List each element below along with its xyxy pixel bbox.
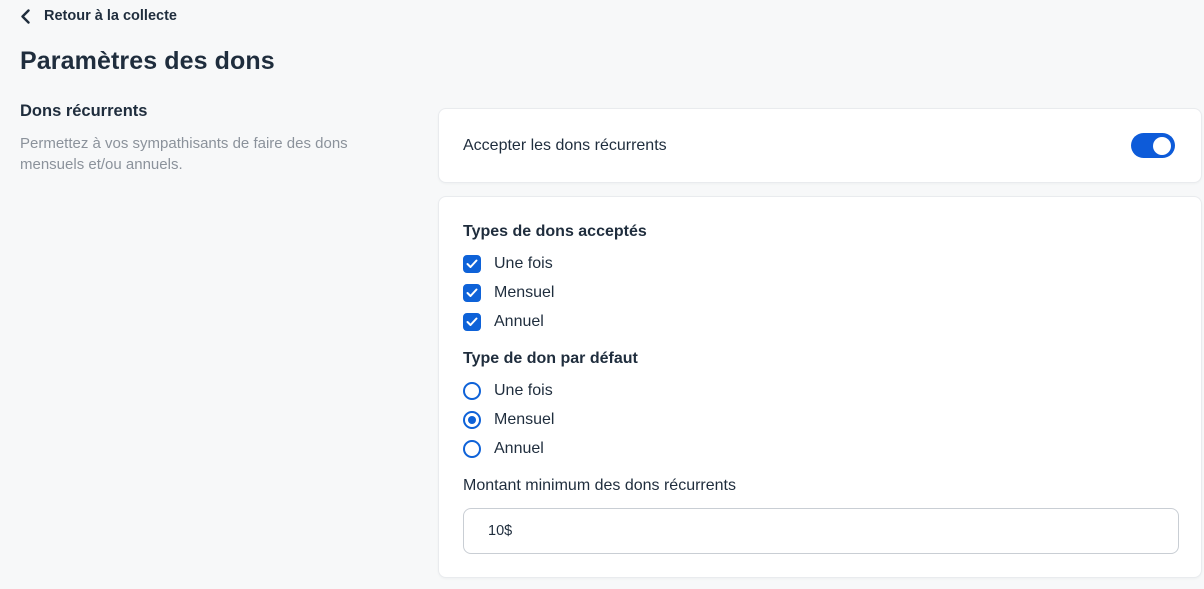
recurring-toggle-label: Accepter les dons récurrents bbox=[463, 137, 667, 155]
radio-label: Annuel bbox=[494, 440, 544, 458]
types-heading: Types de dons acceptés bbox=[463, 222, 1177, 241]
radio-icon bbox=[463, 382, 481, 400]
page-title: Paramètres des dons bbox=[20, 47, 275, 76]
default-type-heading: Type de don par défaut bbox=[463, 349, 1177, 368]
donation-settings-card: Types de dons acceptés Une fois Mensuel bbox=[438, 196, 1202, 578]
radio-label: Mensuel bbox=[494, 411, 554, 429]
radio-row-mensuel[interactable]: Mensuel bbox=[463, 405, 554, 434]
check-icon bbox=[466, 317, 478, 327]
checkbox-row-annuel[interactable]: Annuel bbox=[463, 307, 544, 336]
chevron-left-icon bbox=[21, 9, 30, 24]
radio-row-annuel[interactable]: Annuel bbox=[463, 434, 544, 463]
check-icon bbox=[466, 288, 478, 298]
checkbox-row-mensuel[interactable]: Mensuel bbox=[463, 278, 554, 307]
section-intro: Dons récurrents Permettez à vos sympathi… bbox=[20, 102, 372, 175]
accepted-types-group: Une fois Mensuel Annuel bbox=[463, 249, 1177, 336]
checkbox-label: Mensuel bbox=[494, 284, 554, 302]
checkbox-icon bbox=[463, 313, 481, 331]
min-amount-input[interactable] bbox=[463, 508, 1179, 554]
back-to-collection-link[interactable]: Retour à la collecte bbox=[21, 8, 177, 24]
radio-row-une-fois[interactable]: Une fois bbox=[463, 376, 553, 405]
toggle-knob bbox=[1153, 137, 1171, 155]
checkbox-icon bbox=[463, 255, 481, 273]
radio-icon bbox=[463, 411, 481, 429]
back-link-label: Retour à la collecte bbox=[44, 8, 177, 24]
radio-icon bbox=[463, 440, 481, 458]
radio-label: Une fois bbox=[494, 382, 553, 400]
recurring-donations-toggle[interactable] bbox=[1131, 133, 1175, 158]
section-intro-description: Permettez à vos sympathisants de faire d… bbox=[20, 133, 372, 175]
recurring-toggle-card: Accepter les dons récurrents bbox=[438, 108, 1202, 183]
checkbox-row-une-fois[interactable]: Une fois bbox=[463, 249, 553, 278]
checkbox-icon bbox=[463, 284, 481, 302]
section-intro-title: Dons récurrents bbox=[20, 102, 372, 121]
checkbox-label: Annuel bbox=[494, 313, 544, 331]
min-amount-label: Montant minimum des dons récurrents bbox=[463, 476, 1177, 495]
checkbox-label: Une fois bbox=[494, 255, 553, 273]
check-icon bbox=[466, 259, 478, 269]
default-type-group: Une fois Mensuel Annuel bbox=[463, 376, 1177, 463]
